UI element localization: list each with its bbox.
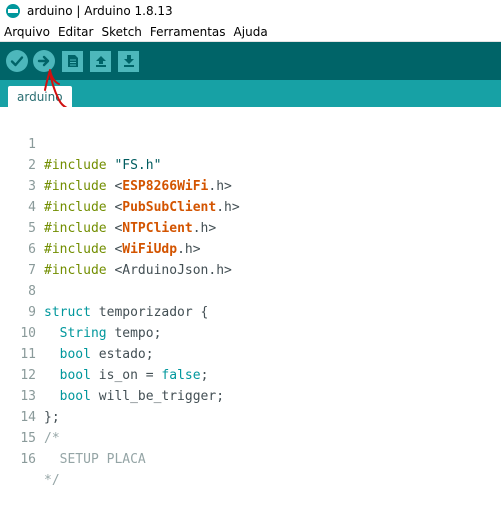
line-number: 16: [20, 452, 36, 467]
code-line: 15 SETUP PLACA: [0, 407, 501, 467]
title-bar: arduino | Arduino 1.8.13: [0, 0, 501, 22]
upload-icon: [37, 55, 50, 67]
code-line: 1 #include "FS.h": [0, 113, 501, 173]
code-line: 10 bool estado;: [0, 302, 501, 362]
verify-icon: [10, 56, 24, 67]
save-button[interactable]: [118, 50, 139, 72]
code-editor[interactable]: 1 #include "FS.h" 2 #include <ESP8266WiF…: [0, 107, 501, 488]
verify-button[interactable]: [6, 50, 28, 72]
code-line: 5 #include <WiFiUdp.h>: [0, 197, 501, 257]
new-button[interactable]: [62, 50, 83, 72]
new-icon: [67, 55, 78, 67]
code-line: 13 };: [0, 365, 501, 425]
code-line: 4 #include <NTPClient.h>: [0, 176, 501, 236]
arduino-logo-icon: [6, 4, 20, 18]
menu-bar: Arquivo Editar Sketch Ferramentas Ajuda: [0, 22, 501, 42]
menu-editar[interactable]: Editar: [54, 25, 98, 39]
tab-arduino[interactable]: arduino: [8, 86, 72, 107]
code-line: 11 bool is_on = false;: [0, 323, 501, 383]
tab-bar: arduino: [0, 80, 501, 107]
code-line: 9 String tempo;: [0, 281, 501, 341]
window-title: arduino | Arduino 1.8.13: [27, 4, 173, 18]
upload-button[interactable]: [33, 50, 55, 72]
open-icon: [95, 56, 106, 67]
code-comment: SETUP PLACA: [44, 452, 146, 467]
open-button[interactable]: [90, 50, 111, 72]
code-line: 3 #include <PubSubClient.h>: [0, 155, 501, 215]
menu-ferramentas[interactable]: Ferramentas: [146, 25, 230, 39]
code-line: 6 #include <ArduinoJson.h>: [0, 218, 501, 278]
menu-sketch[interactable]: Sketch: [97, 25, 145, 39]
code-line: 8 struct temporizador {: [0, 260, 501, 320]
save-icon: [123, 55, 134, 67]
code-comment: */: [44, 473, 60, 488]
code-line: 14 /*: [0, 386, 501, 446]
menu-ajuda[interactable]: Ajuda: [230, 25, 272, 39]
code-line: 7: [0, 239, 501, 278]
code-line: 12 bool will_be_trigger;: [0, 344, 501, 404]
menu-arquivo[interactable]: Arquivo: [0, 25, 54, 39]
code-line: 16 */: [0, 428, 501, 488]
toolbar: [0, 42, 501, 80]
code-line: 2 #include <ESP8266WiFi.h>: [0, 134, 501, 194]
